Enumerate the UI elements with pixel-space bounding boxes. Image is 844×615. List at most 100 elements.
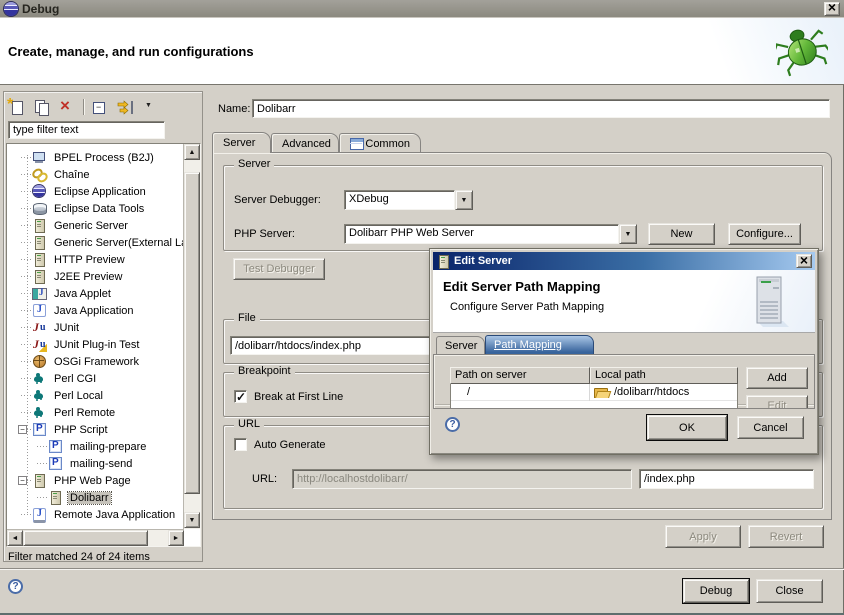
collapse-expander-icon[interactable] [18,425,27,434]
tree-item[interactable]: Generic Server [8,217,184,234]
auto-generate-checkbox[interactable] [234,438,247,451]
tree-item[interactable]: JUnit Plug-in Test [8,336,184,353]
tree-item[interactable]: Perl Local [8,387,184,404]
tree-item[interactable]: Generic Server(External La [8,234,184,251]
help-icon[interactable] [445,417,460,432]
dialog-banner: Create, manage, and run configurations [0,18,844,85]
filter-input[interactable] [8,121,165,139]
break-first-line-checkbox[interactable] [234,390,247,403]
dialog-button-bar: OK Cancel [433,404,815,451]
url-path-input[interactable] [639,469,814,489]
server-tower-icon [749,275,789,329]
duplicate-config-icon[interactable] [33,99,50,116]
tree-item[interactable]: mailing-send [8,455,184,472]
tree-item[interactable]: Eclipse Application [8,183,184,200]
ok-button[interactable]: OK [647,415,727,440]
scroll-left-icon[interactable]: ◄ [7,530,23,546]
chevron-down-icon[interactable]: ▼ [619,224,637,244]
configure-server-button[interactable]: Configure... [728,223,801,245]
php-server-label: PHP Server: [234,228,295,240]
new-config-icon[interactable] [8,99,25,116]
file-group-legend: File [234,312,260,324]
server-debugger-select[interactable]: XDebug ▼ [344,190,473,210]
php-server-select[interactable]: Dolibarr PHP Web Server ▼ [344,224,637,244]
debug-button[interactable]: Debug [683,579,749,603]
dialog-tab-server[interactable]: Server [436,336,485,354]
chain-icon [32,167,47,182]
cancel-button[interactable]: Cancel [737,416,804,439]
database-icon [32,201,47,216]
window-titlebar[interactable]: Debug [0,0,844,18]
scrollbar-thumb[interactable] [184,172,200,494]
tab-server[interactable]: Server [212,132,271,153]
url-label: URL: [252,473,277,485]
eclipse-logo-icon [4,2,18,16]
break-first-line-label: Break at First Line [254,391,343,403]
osgi-icon [32,354,47,369]
footer-divider [0,568,844,570]
chevron-down-icon[interactable]: ▼ [455,190,473,210]
tree-item[interactable]: Java Applet [8,285,184,302]
column-path-on-server[interactable]: Path on server [450,367,590,384]
scroll-up-icon[interactable]: ▲ [184,144,200,160]
server-icon [32,218,47,233]
server-group-legend: Server [234,158,274,170]
column-local-path[interactable]: Local path [590,367,738,384]
tree-horizontal-scrollbar[interactable]: ◄ ► [7,529,184,546]
server-debugger-label: Server Debugger: [234,194,321,206]
java-icon [32,303,47,318]
scroll-right-icon[interactable]: ► [168,530,184,546]
tree-item[interactable]: PHP Web Page [8,472,184,489]
filter-launch-configurations-icon[interactable] [117,100,135,115]
applet-icon [32,286,47,301]
close-icon[interactable] [796,254,812,268]
tree-item[interactable]: OSGi Framework [8,353,184,370]
tree-item[interactable]: JUnit [8,319,184,336]
tree-item[interactable]: Chaîne [8,166,184,183]
url-base-input [292,469,632,489]
filter-status-text: Filter matched 24 of 24 items [8,551,150,563]
tree-item[interactable]: Perl Remote [8,404,184,421]
dialog-heading: Edit Server Path Mapping [443,279,600,294]
tree-item[interactable]: PHP Script [8,421,184,438]
configurations-toolbar [8,95,153,119]
tree-item[interactable]: Perl CGI [8,370,184,387]
tree-item[interactable]: BPEL Process (B2J) [8,149,184,166]
dialog-title: Edit Server [454,255,512,267]
tree-item[interactable]: Java Application [8,302,184,319]
collapse-expander-icon[interactable] [18,476,27,485]
dialog-tab-path-mapping[interactable]: Path Mapping [485,335,594,354]
php-icon [48,456,63,471]
delete-config-icon[interactable] [58,99,75,116]
scrollbar-thumb[interactable] [23,530,148,546]
tab-advanced[interactable]: Advanced [271,133,339,153]
menu-dropdown-icon[interactable] [143,99,153,116]
tree-item[interactable]: HTTP Preview [8,251,184,268]
tree-item[interactable]: Eclipse Data Tools [8,200,184,217]
name-input[interactable] [252,99,830,118]
dialog-subheading: Configure Server Path Mapping [450,301,604,313]
tree-item[interactable]: Dolibarr [8,489,184,506]
remote-java-icon [32,507,47,522]
new-server-button[interactable]: New [648,223,715,245]
test-debugger-button: Test Debugger [233,258,325,280]
tree-vertical-scrollbar[interactable]: ▲ ▼ [183,144,200,529]
server-icon [32,269,47,284]
tree-item[interactable]: mailing-prepare [8,438,184,455]
url-group-legend: URL [234,418,264,430]
bug-icon [776,21,828,77]
scroll-down-icon[interactable]: ▼ [184,512,200,528]
configurations-tree: BPEL Process (B2J) Chaîne Eclipse Applic… [6,143,201,547]
add-mapping-button[interactable]: Add [746,367,808,389]
tree-item[interactable]: J2EE Preview [8,268,184,285]
table-row[interactable]: / /dolibarr/htdocs [451,384,737,401]
help-icon[interactable] [8,579,23,594]
close-button[interactable]: Close [756,579,823,603]
dialog-titlebar[interactable]: Edit Server [433,252,815,270]
collapse-all-icon[interactable] [92,99,109,116]
debug-configurations-window: Debug Create, manage, and run configurat… [0,0,844,615]
apply-button: Apply [665,525,741,548]
close-icon[interactable] [824,2,840,16]
tab-common[interactable]: Common [339,133,421,153]
tree-item[interactable]: Remote Java Application [8,506,184,523]
